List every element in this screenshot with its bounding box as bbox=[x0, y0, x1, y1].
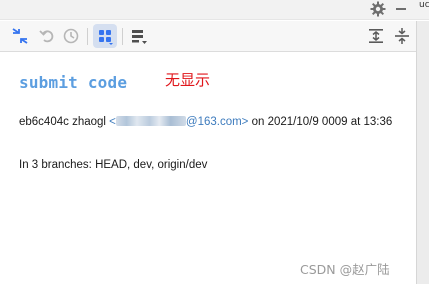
grid-view-icon bbox=[99, 30, 113, 45]
commit-branches: In 3 branches: HEAD, dev, origin/dev bbox=[19, 159, 208, 171]
commit-meta: eb6c404c zhaogl < @163.com> on 2021/10/9 … bbox=[19, 114, 404, 131]
email-domain: @163.com> bbox=[185, 116, 249, 128]
layout-dropdown-icon[interactable] bbox=[129, 26, 149, 46]
toolbar-separator bbox=[122, 28, 123, 45]
expand-all-icon[interactable] bbox=[366, 26, 386, 46]
author-email-link[interactable]: < @163.com> bbox=[109, 116, 248, 128]
collapse-arrows-icon[interactable] bbox=[10, 26, 30, 46]
collapse-all-icon[interactable] bbox=[392, 26, 412, 46]
commit-date: on 2021/10/9 0009 at 13:36 bbox=[251, 116, 393, 128]
email-prefix: < bbox=[109, 116, 116, 128]
undo-icon[interactable] bbox=[37, 26, 57, 46]
window-header: uc bbox=[0, 0, 429, 20]
commit-hash[interactable]: eb6c404c bbox=[19, 116, 69, 128]
grid-view-button[interactable] bbox=[93, 24, 117, 48]
right-side-strip bbox=[416, 21, 429, 284]
minimize-icon[interactable] bbox=[396, 8, 406, 10]
toolbar-separator bbox=[87, 28, 88, 45]
commit-details-toolbar bbox=[0, 21, 416, 52]
history-clock-icon[interactable] bbox=[61, 26, 81, 46]
commit-author: zhaogl bbox=[72, 116, 106, 128]
commit-subject: submit code bbox=[19, 73, 128, 92]
email-redacted bbox=[115, 116, 186, 126]
edge-tab-label[interactable]: uc bbox=[419, 0, 429, 12]
annotation-text: 无显示 bbox=[165, 71, 211, 89]
watermark-text: CSDN @赵广陆 bbox=[300, 262, 390, 277]
commit-details-panel: submit code 无显示 eb6c404c zhaogl < @163.co… bbox=[0, 53, 416, 284]
gear-icon[interactable] bbox=[370, 1, 386, 17]
